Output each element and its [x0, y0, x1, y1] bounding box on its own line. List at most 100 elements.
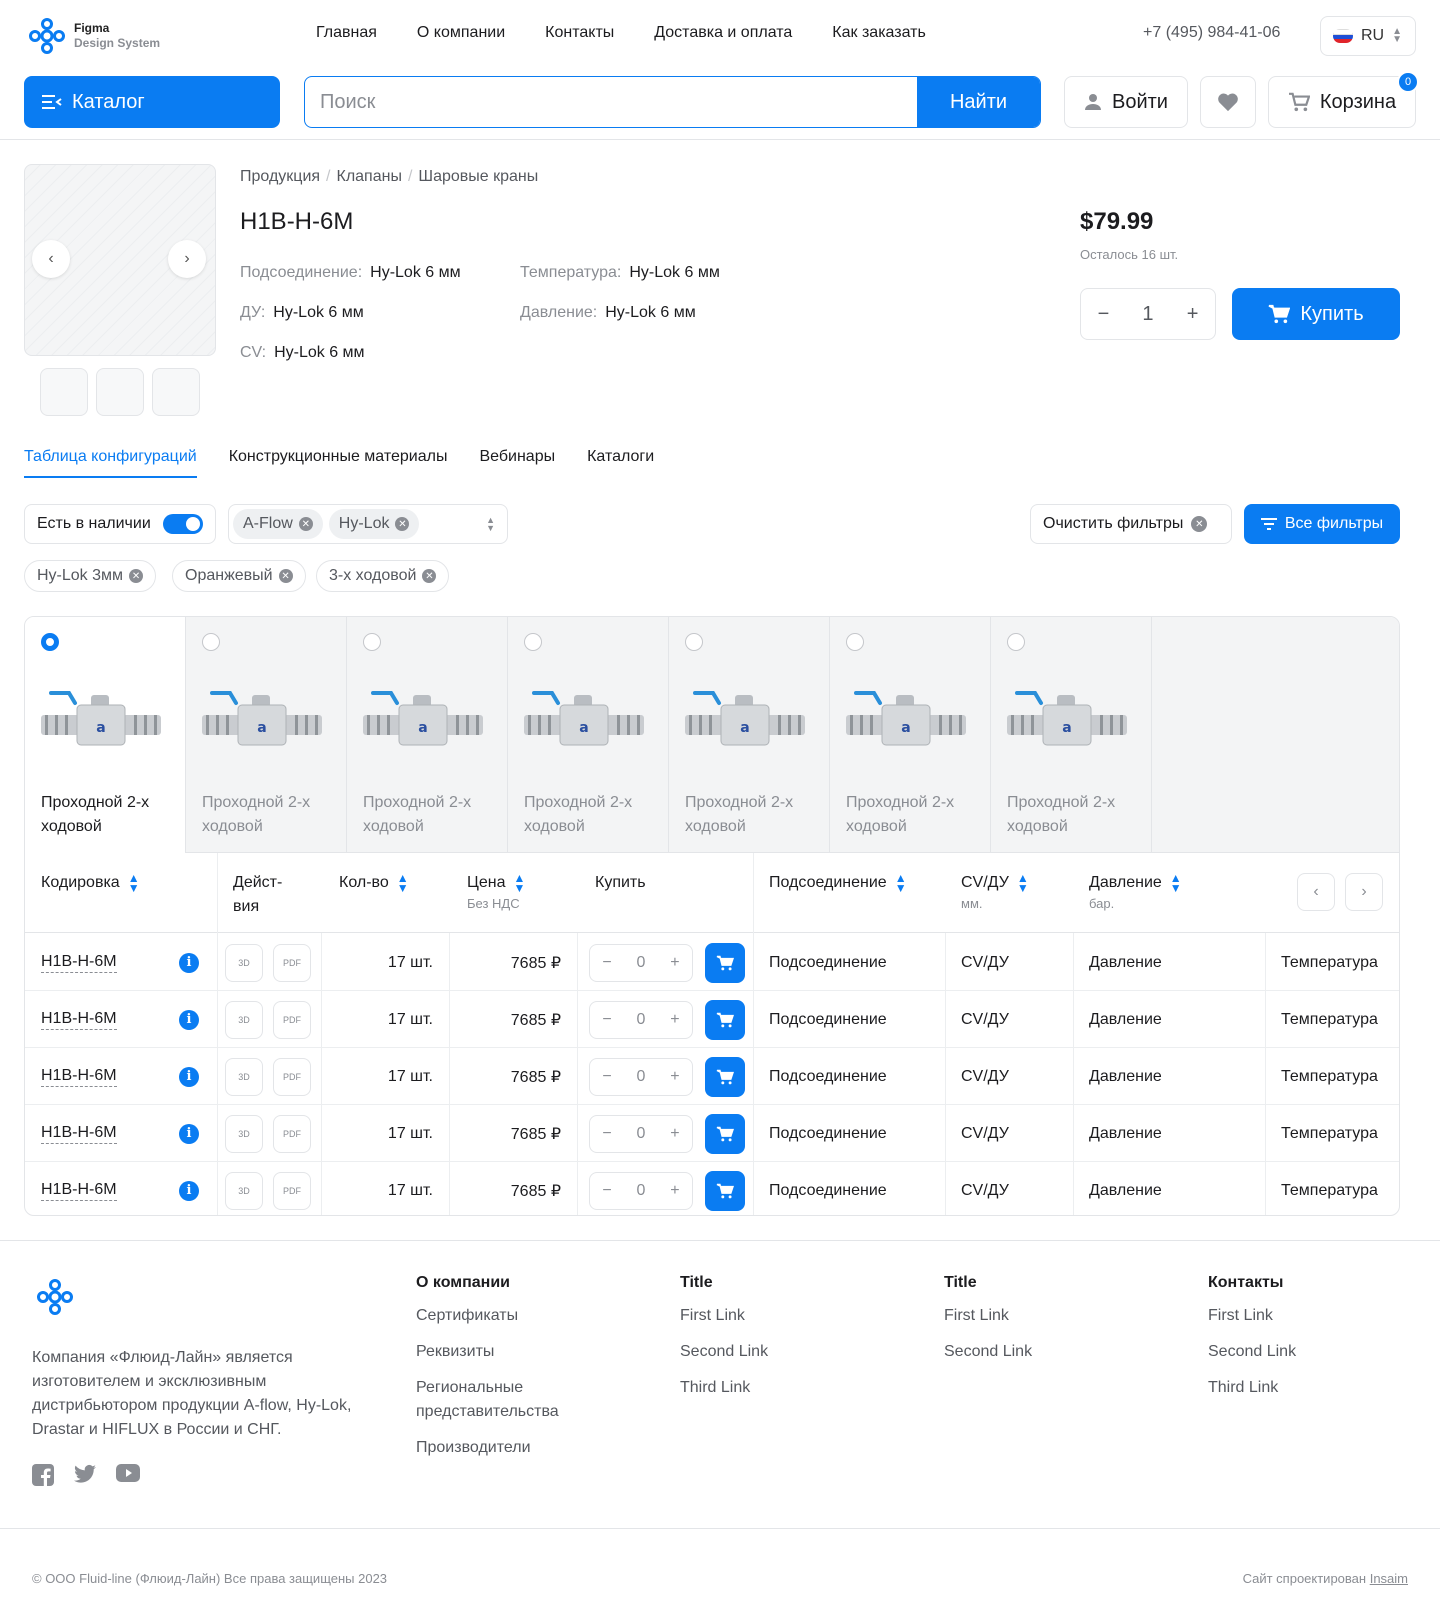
footer-link[interactable]: Third Link: [680, 1376, 880, 1400]
quantity-value[interactable]: 1: [1142, 303, 1153, 326]
cart-button[interactable]: Корзина 0: [1268, 71, 1419, 128]
plus-icon[interactable]: +: [670, 1068, 679, 1086]
row-quantity-value[interactable]: 0: [637, 1125, 646, 1143]
row-quantity-value[interactable]: 0: [637, 954, 646, 972]
footer-link[interactable]: Second Link: [680, 1340, 880, 1364]
product-code-link[interactable]: H1B-H-6M: [41, 1066, 117, 1087]
variant-card[interactable]: a Проходной 2-х ходовой: [508, 617, 669, 853]
minus-icon[interactable]: −: [1098, 303, 1110, 326]
col-connection[interactable]: Подсоединение ▲ ▼: [769, 871, 907, 895]
footer-link[interactable]: Second Link: [944, 1340, 1144, 1364]
add-to-cart-button[interactable]: [705, 1170, 745, 1211]
variant-card[interactable]: a Проходной 2-х ходовой: [186, 617, 347, 853]
add-to-cart-button[interactable]: [705, 1056, 745, 1097]
col-cv[interactable]: CV/ДУ ▲ ▼ мм.: [961, 871, 1029, 913]
breadcrumb-item[interactable]: Клапаны: [337, 168, 402, 186]
minus-icon[interactable]: −: [602, 954, 611, 972]
footer-link[interactable]: Сертификаты: [416, 1304, 586, 1328]
plus-icon[interactable]: +: [670, 1125, 679, 1143]
nav-how-to-order[interactable]: Как заказать: [832, 24, 926, 42]
facebook-icon[interactable]: [32, 1464, 54, 1486]
plus-icon[interactable]: +: [670, 954, 679, 972]
pdf-button[interactable]: PDF: [273, 943, 311, 982]
table-scroll-left-button[interactable]: ‹: [1297, 873, 1335, 911]
all-filters-button[interactable]: Все фильтры: [1244, 504, 1400, 544]
variant-card[interactable]: a Проходной 2-х ходовой: [669, 617, 830, 853]
phone-number[interactable]: +7 (495) 984-41-06: [1143, 24, 1280, 42]
clear-filters-button[interactable]: Очистить фильтры ✕: [1030, 504, 1232, 544]
footer-link[interactable]: Second Link: [1208, 1340, 1408, 1364]
plus-icon[interactable]: +: [670, 1182, 679, 1200]
tab-config-table[interactable]: Таблица конфигураций: [24, 448, 197, 478]
gallery-prev-button[interactable]: ‹: [32, 240, 70, 278]
pdf-button[interactable]: PDF: [273, 1114, 311, 1153]
plus-icon[interactable]: +: [670, 1011, 679, 1029]
tab-materials[interactable]: Конструкционные материалы: [229, 448, 448, 478]
variant-radio[interactable]: [202, 633, 220, 651]
footer-link[interactable]: First Link: [1208, 1304, 1408, 1328]
info-icon[interactable]: i: [179, 1066, 199, 1087]
close-icon[interactable]: ✕: [298, 517, 313, 531]
nav-delivery[interactable]: Доставка и оплата: [654, 24, 792, 42]
col-pressure[interactable]: Давление ▲ ▼ бар.: [1089, 871, 1182, 913]
variant-radio[interactable]: [846, 633, 864, 651]
favorites-button[interactable]: [1200, 76, 1256, 128]
3d-view-button[interactable]: 3D: [225, 1057, 263, 1096]
product-code-link[interactable]: H1B-H-6M: [41, 1123, 117, 1144]
table-scroll-right-button[interactable]: ›: [1345, 873, 1383, 911]
add-to-cart-button[interactable]: [705, 1113, 745, 1154]
pdf-button[interactable]: PDF: [273, 1000, 311, 1039]
row-quantity-value[interactable]: 0: [637, 1011, 646, 1029]
variant-card[interactable]: a Проходной 2-х ходовой: [347, 617, 508, 853]
variant-card[interactable]: a Проходной 2-х ходовой: [25, 617, 186, 853]
footer-link[interactable]: Third Link: [1208, 1376, 1408, 1400]
info-icon[interactable]: i: [179, 1123, 199, 1144]
minus-icon[interactable]: −: [602, 1011, 611, 1029]
info-icon[interactable]: i: [179, 1009, 199, 1030]
col-code[interactable]: Кодировка ▲ ▼: [41, 871, 140, 895]
made-by-link[interactable]: Insaim: [1370, 1571, 1408, 1586]
nav-about[interactable]: О компании: [417, 24, 505, 42]
minus-icon[interactable]: −: [602, 1068, 611, 1086]
row-quantity-value[interactable]: 0: [637, 1068, 646, 1086]
language-select[interactable]: RU ▲ ▼: [1320, 16, 1416, 56]
close-icon[interactable]: ✕: [278, 569, 293, 583]
col-price[interactable]: Цена ▲ ▼ Без НДС: [467, 871, 525, 913]
login-button[interactable]: Войти: [1064, 76, 1188, 128]
info-icon[interactable]: i: [179, 952, 199, 973]
3d-view-button[interactable]: 3D: [225, 1114, 263, 1153]
tab-webinars[interactable]: Вебинары: [479, 448, 555, 478]
gallery-thumb[interactable]: [152, 368, 200, 416]
variant-radio[interactable]: [41, 633, 59, 651]
logo[interactable]: Figma Design System: [28, 17, 160, 55]
col-qty[interactable]: Кол-во ▲ ▼: [339, 871, 409, 895]
product-code-link[interactable]: H1B-H-6M: [41, 952, 117, 973]
nav-home[interactable]: Главная: [316, 24, 377, 42]
breadcrumb-item[interactable]: Шаровые краны: [418, 168, 538, 186]
search-input[interactable]: Поиск: [305, 77, 917, 127]
footer-link[interactable]: First Link: [680, 1304, 880, 1328]
product-code-link[interactable]: H1B-H-6M: [41, 1009, 117, 1030]
brand-multiselect[interactable]: A-Flow ✕ Hy-Lok ✕ ▲ ▼: [228, 504, 508, 544]
variant-radio[interactable]: [524, 633, 542, 651]
info-icon[interactable]: i: [179, 1180, 199, 1201]
close-icon[interactable]: ✕: [129, 569, 144, 583]
search-button[interactable]: Найти: [917, 77, 1040, 127]
gallery-thumb[interactable]: [40, 368, 88, 416]
variant-card[interactable]: a Проходной 2-х ходовой: [830, 617, 991, 853]
plus-icon[interactable]: +: [1187, 303, 1199, 326]
3d-view-button[interactable]: 3D: [225, 943, 263, 982]
variant-card[interactable]: a Проходной 2-х ходовой: [991, 617, 1152, 853]
close-icon[interactable]: ✕: [422, 569, 437, 583]
nav-contacts[interactable]: Контакты: [545, 24, 614, 42]
gallery-thumb[interactable]: [96, 368, 144, 416]
youtube-icon[interactable]: [116, 1464, 140, 1482]
footer-link[interactable]: Региональные представительства: [416, 1376, 586, 1424]
add-to-cart-button[interactable]: [705, 942, 745, 983]
variant-radio[interactable]: [685, 633, 703, 651]
footer-link[interactable]: First Link: [944, 1304, 1144, 1328]
3d-view-button[interactable]: 3D: [225, 1171, 263, 1210]
pdf-button[interactable]: PDF: [273, 1171, 311, 1210]
in-stock-toggle[interactable]: [162, 514, 203, 534]
3d-view-button[interactable]: 3D: [225, 1000, 263, 1039]
